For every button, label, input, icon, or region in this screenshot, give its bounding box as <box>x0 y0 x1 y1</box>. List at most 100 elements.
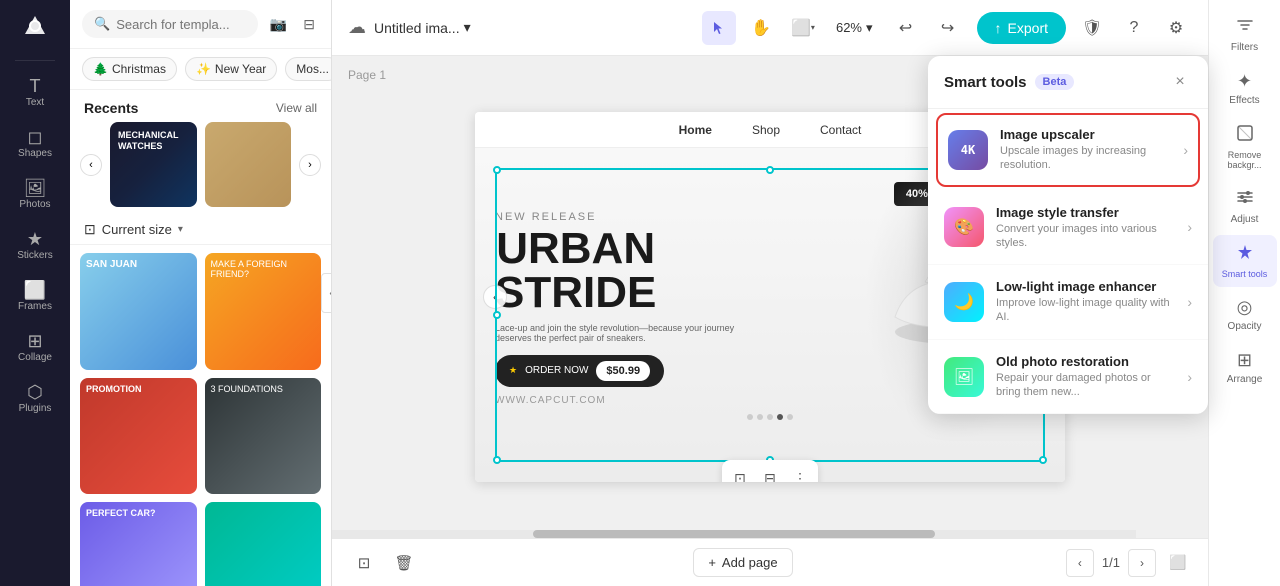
search-input[interactable] <box>116 17 246 32</box>
bottom-bar: ⊡ 🗑 + Add page ‹ 1/1 › ⬜ <box>332 538 1208 586</box>
app-logo[interactable] <box>17 8 53 44</box>
low-light-desc: Improve low-light image quality with AI. <box>996 296 1175 325</box>
undo-button[interactable]: ↩ <box>889 11 923 45</box>
view-all-link[interactable]: View all <box>276 101 317 115</box>
template-thumb-foundations[interactable]: 3 FOUNDATIONS <box>205 378 322 495</box>
canvas-prev-arrow[interactable]: ‹ <box>483 285 507 309</box>
next-page-button[interactable]: › <box>1128 549 1156 577</box>
select-tool-button[interactable] <box>702 11 736 45</box>
arrange-icon: ⊞ <box>1237 350 1252 371</box>
upscaler-desc: Upscale images by increasing resolution. <box>1000 144 1171 173</box>
file-name[interactable]: Untitled ima... ▾ <box>374 19 471 36</box>
tool-label-stickers: Stickers <box>17 250 53 261</box>
tool-item-frames[interactable]: ⬜ Frames <box>5 273 65 320</box>
fullscreen-button[interactable]: ⬜ <box>1164 549 1192 577</box>
zoom-control[interactable]: 62% ▾ <box>828 16 881 40</box>
low-light-title: Low-light image enhancer <box>996 279 1175 294</box>
style-transfer-desc: Convert your images into various styles. <box>996 222 1175 251</box>
old-photo-desc: Repair your damaged photos or bring them… <box>996 371 1175 400</box>
page-label: Page 1 <box>348 68 386 82</box>
tool-label-photos: Photos <box>19 199 50 210</box>
export-button[interactable]: ↑ Export <box>977 12 1066 44</box>
help-button[interactable]: ? <box>1118 12 1150 44</box>
filter-button[interactable]: ⊟ <box>299 12 319 37</box>
slide-panel-button[interactable]: ⊡ <box>348 547 380 579</box>
stp-item-style-transfer[interactable]: 🎨 Image style transfer Convert your imag… <box>928 191 1208 266</box>
text-icon: T <box>30 77 41 95</box>
prev-page-button[interactable]: ‹ <box>1066 549 1094 577</box>
opacity-icon: ◎ <box>1237 297 1253 318</box>
tool-item-collage[interactable]: ⊞ Collage <box>5 324 65 371</box>
stickers-icon: ★ <box>27 230 43 248</box>
tool-item-photos[interactable]: 🖼 Photos <box>5 171 65 218</box>
stp-item-image-upscaler[interactable]: 4K Image upscaler Upscale images by incr… <box>936 113 1200 187</box>
rp-item-remove-bg[interactable]: Remove backgr... <box>1213 116 1277 178</box>
rp-item-arrange[interactable]: ⊞ Arrange <box>1213 342 1277 393</box>
add-page-button[interactable]: + Add page <box>693 548 792 577</box>
tag-christmas[interactable]: 🌲 Christmas <box>82 57 177 81</box>
recents-header: Recents View all <box>70 90 331 122</box>
redo-button[interactable]: ↪ <box>931 11 965 45</box>
old-photo-chevron-icon: › <box>1187 369 1192 385</box>
rp-item-filters[interactable]: Filters <box>1213 8 1277 61</box>
stp-item-low-light[interactable]: 🌙 Low-light image enhancer Improve low-l… <box>928 265 1208 340</box>
tool-label-shapes: Shapes <box>18 148 52 159</box>
rp-label-opacity: Opacity <box>1228 321 1262 332</box>
tool-item-stickers[interactable]: ★ Stickers <box>5 222 65 269</box>
shield-icon-button[interactable]: 🛡 <box>1076 12 1108 44</box>
toolbar-tools: ✋ ⬜ ▾ 62% ▾ ↩ ↪ <box>702 11 965 45</box>
dot-2 <box>757 414 763 420</box>
tag-christmas-label: Christmas <box>112 62 166 76</box>
crop-tool-button[interactable]: ⬜ ▾ <box>786 11 820 45</box>
canvas-price: $50.99 <box>596 361 650 381</box>
upscaler-chevron-icon: › <box>1183 142 1188 158</box>
toolbar-separator <box>15 60 55 61</box>
canvas-scrollbar-thumb[interactable] <box>533 530 935 538</box>
size-selector[interactable]: ⊡ Current size ▾ <box>70 215 331 245</box>
rp-label-filters: Filters <box>1231 42 1258 53</box>
top-toolbar: ☁ Untitled ima... ▾ ✋ ⬜ ▾ 62% ▾ ↩ ↪ <box>332 0 1208 56</box>
rp-item-effects[interactable]: ✦ Effects <box>1213 63 1277 114</box>
template-thumb-foreign[interactable]: MAKE A FOREIGN FRIEND? <box>205 253 322 370</box>
rp-label-adjust: Adjust <box>1231 214 1259 225</box>
carousel-item-1[interactable]: MECHANICALWATCHES <box>110 122 197 207</box>
bottom-bar-center: + Add page <box>432 548 1054 577</box>
tool-item-shapes[interactable]: ◻ Shapes <box>5 120 65 167</box>
rp-item-adjust[interactable]: Adjust <box>1213 180 1277 233</box>
panel-collapse-button[interactable]: ‹ <box>321 273 332 313</box>
template-thumb-blue[interactable] <box>205 502 322 586</box>
stp-close-button[interactable]: × <box>1168 70 1192 94</box>
zoom-level: 62% <box>836 20 862 35</box>
tag-most[interactable]: Mos... <box>285 57 331 81</box>
upscaler-title: Image upscaler <box>1000 127 1171 142</box>
tool-item-plugins[interactable]: ⬡ Plugins <box>5 375 65 422</box>
search-input-wrap[interactable]: 🔍 <box>82 10 258 38</box>
settings-button[interactable]: ⚙ <box>1160 12 1192 44</box>
delete-button[interactable]: 🗑 <box>388 547 420 579</box>
hand-tool-button[interactable]: ✋ <box>744 11 778 45</box>
recents-title: Recents <box>84 100 138 116</box>
file-section: ☁ Untitled ima... ▾ <box>348 17 690 38</box>
carousel-item-2[interactable] <box>205 122 292 207</box>
rp-item-smart-tools[interactable]: Smart tools <box>1213 235 1277 287</box>
carousel-next[interactable]: › <box>299 154 321 176</box>
tag-newyear[interactable]: ✨ New Year <box>185 57 277 81</box>
template-thumb-car[interactable]: PERFECT CAR? <box>80 502 197 586</box>
tool-item-text[interactable]: T Text <box>5 69 65 116</box>
canvas-scrollbar[interactable] <box>332 530 1136 538</box>
canvas-pagination-dots <box>747 414 793 420</box>
template-thumb-sanjuan[interactable]: SAN JUAN <box>80 253 197 370</box>
rp-label-remove-bg: Remove backgr... <box>1219 150 1271 170</box>
carousel-prev[interactable]: ‹ <box>80 154 102 176</box>
canvas-nav-shop: Shop <box>752 123 780 137</box>
search-icon: 🔍 <box>94 16 110 32</box>
canvas-url: WWW.CAPCUT.COM <box>495 395 606 406</box>
search-bar: 🔍 📷 ⊟ <box>70 0 331 49</box>
camera-search-button[interactable]: 📷 <box>266 12 291 37</box>
add-page-icon: + <box>708 555 716 570</box>
tags-row: 🌲 Christmas ✨ New Year Mos... <box>70 49 331 90</box>
photos-icon: 🖼 <box>24 179 47 197</box>
stp-item-old-photo[interactable]: 🖼 Old photo restoration Repair your dama… <box>928 340 1208 415</box>
template-thumb-promotion[interactable]: PROMOTION <box>80 378 197 495</box>
rp-item-opacity[interactable]: ◎ Opacity <box>1213 289 1277 340</box>
